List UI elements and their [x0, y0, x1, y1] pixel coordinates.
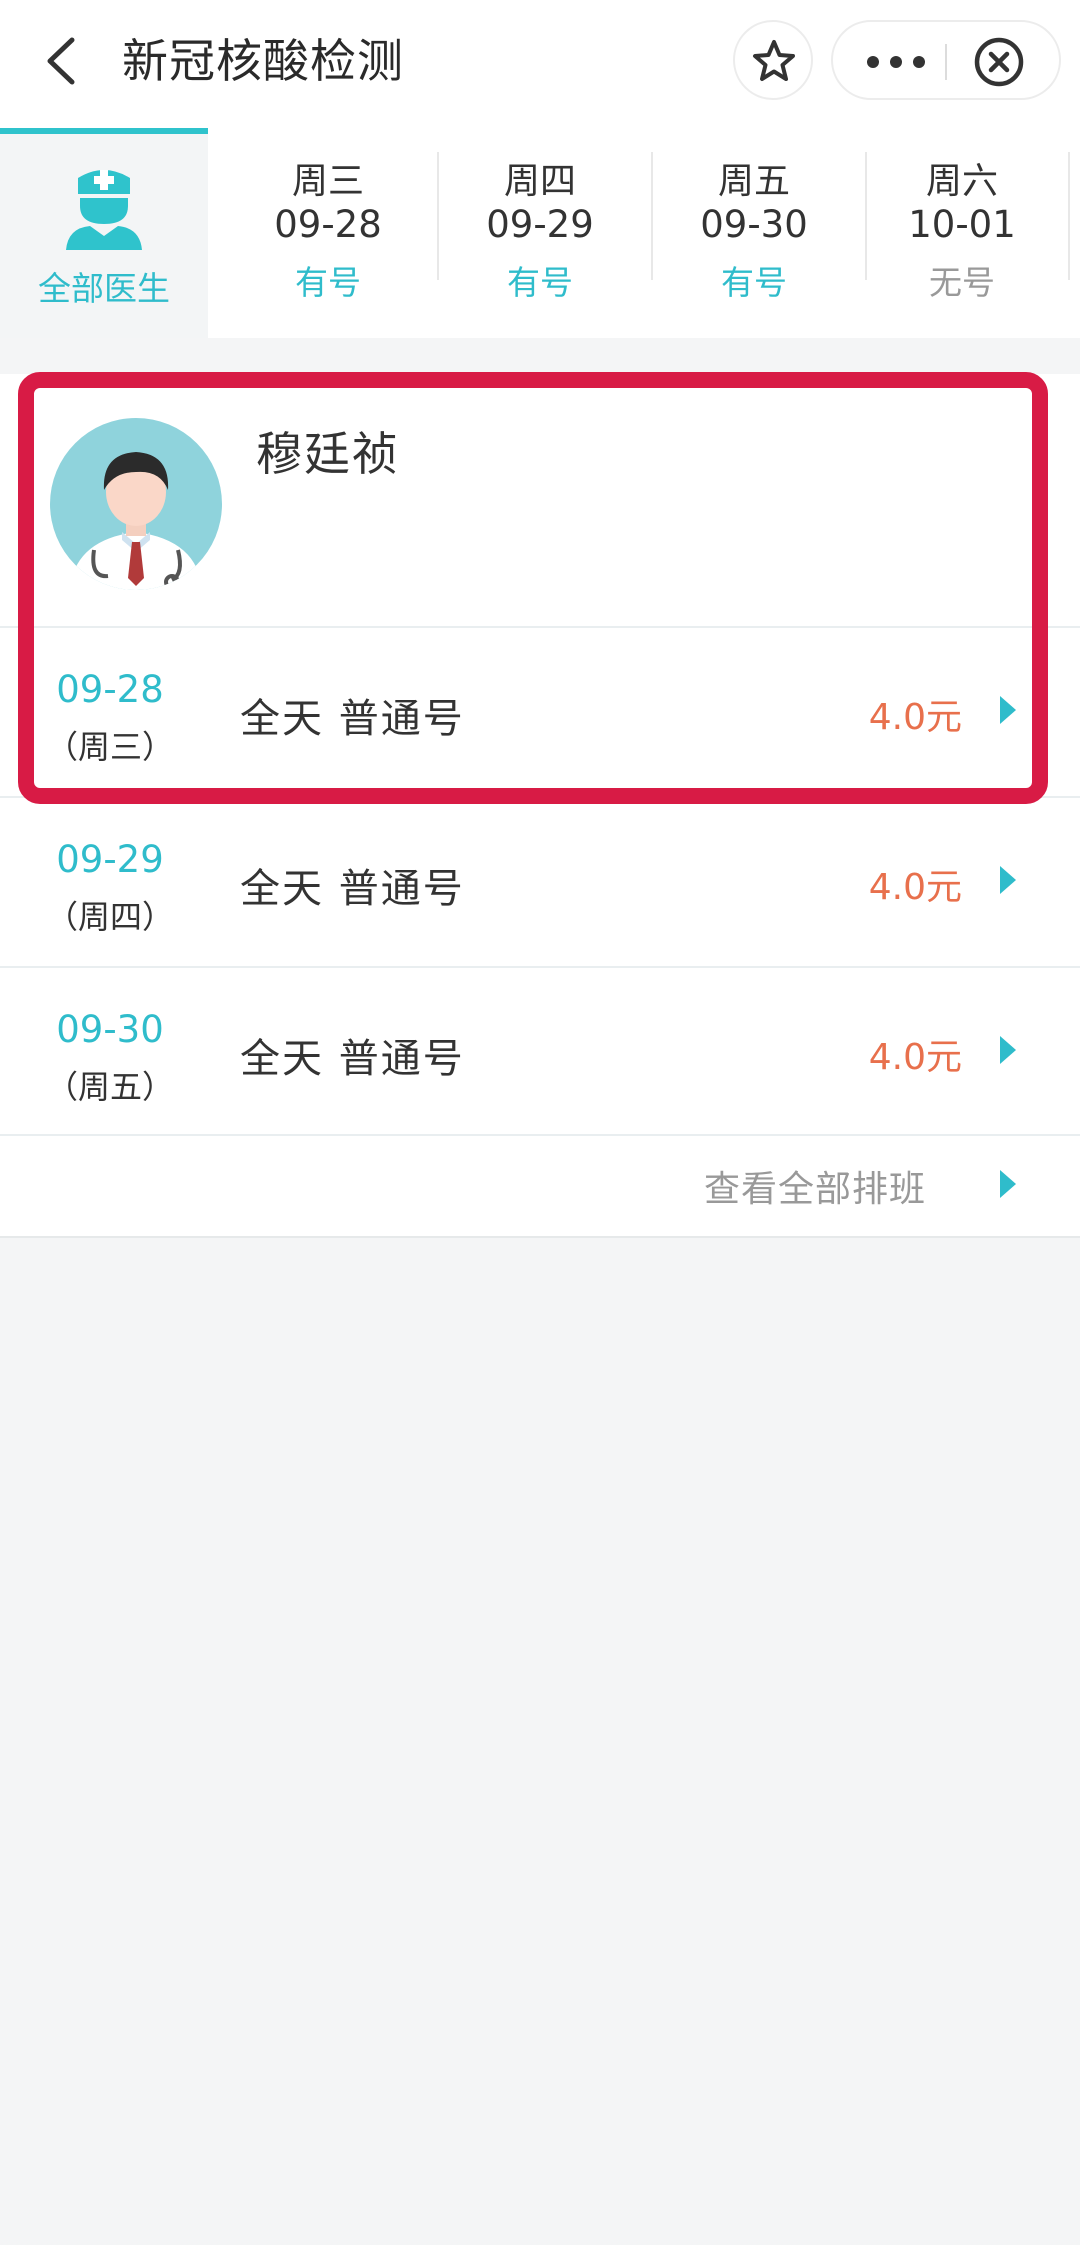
schedule-type: 全天 普通号 — [240, 866, 465, 912]
tab-all-doctors-label: 全部医生 — [38, 269, 170, 308]
tab-day-0928[interactable]: 周三 09-28 有号 — [222, 128, 434, 338]
doctor-icon — [66, 170, 142, 250]
mini-program-capsule — [831, 20, 1061, 100]
view-all-schedule-link[interactable]: 查看全部排班 — [0, 1134, 1080, 1236]
star-icon — [753, 40, 795, 81]
schedule-date: 09-30 — [56, 1008, 164, 1051]
tab-all-doctors[interactable]: 全部医生 — [0, 128, 208, 338]
more-button[interactable] — [861, 42, 931, 82]
tab-day-0929[interactable]: 周四 09-29 有号 — [434, 128, 646, 338]
schedule-price: 4.0元 — [868, 867, 962, 908]
caret-right-icon — [1000, 1036, 1016, 1064]
back-button[interactable] — [36, 28, 96, 94]
tab-availability: 有号 — [295, 263, 361, 302]
card-bottom-border — [0, 1236, 1080, 1238]
tab-weekday: 周五 — [717, 161, 790, 202]
tab-weekday: 周六 — [925, 161, 998, 202]
view-all-schedule-label: 查看全部排班 — [703, 1169, 926, 1210]
capsule-divider — [945, 44, 947, 80]
tab-date: 09-28 — [274, 203, 382, 246]
row-divider — [0, 966, 1080, 968]
header-bar: 新冠核酸检测 — [0, 0, 1080, 128]
tab-divider — [1068, 152, 1070, 280]
page-title: 新冠核酸检测 — [122, 34, 404, 88]
schedule-date: 09-29 — [56, 838, 164, 881]
tab-day-1001[interactable]: 周六 10-01 无号 — [856, 128, 1068, 338]
close-circle-icon — [974, 37, 1024, 87]
chevron-left-icon — [47, 37, 75, 85]
tab-day-0930[interactable]: 周五 09-30 有号 — [648, 128, 860, 338]
highlight-frame — [18, 372, 1048, 804]
close-button[interactable] — [973, 36, 1025, 88]
schedule-type: 全天 普通号 — [240, 1036, 465, 1082]
schedule-price: 4.0元 — [868, 1037, 962, 1078]
tab-date: 10-01 — [908, 203, 1016, 246]
tab-weekday: 周四 — [503, 161, 576, 202]
schedule-row-0930[interactable]: 09-30 （周五） 全天 普通号 4.0元 — [0, 966, 1080, 1136]
tab-date: 09-30 — [700, 203, 808, 246]
tab-availability: 有号 — [721, 263, 787, 302]
row-divider — [0, 1134, 1080, 1136]
tab-weekday: 周三 — [291, 161, 364, 202]
schedule-row-0929[interactable]: 09-29 （周四） 全天 普通号 4.0元 — [0, 796, 1080, 966]
favorite-button[interactable] — [733, 20, 813, 100]
schedule-weekday: （周五） — [45, 1068, 174, 1106]
caret-right-icon — [1000, 866, 1016, 894]
caret-right-icon — [1000, 1170, 1016, 1198]
date-tab-strip: 全部医生 周三 09-28 有号 周四 09-29 有号 周五 09-30 有号… — [0, 128, 1080, 338]
more-dots-icon — [867, 56, 925, 68]
tab-availability: 有号 — [507, 263, 573, 302]
tab-date: 09-29 — [486, 203, 594, 246]
tab-availability: 无号 — [929, 263, 995, 302]
schedule-weekday: （周四） — [45, 898, 174, 936]
